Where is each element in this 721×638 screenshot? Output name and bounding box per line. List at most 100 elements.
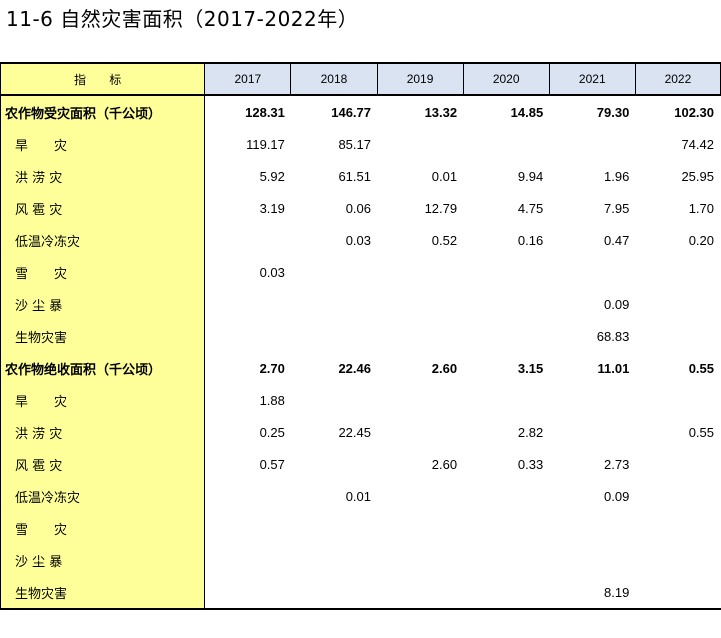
table-cell: [463, 320, 549, 352]
table-cell: 0.57: [259, 456, 285, 472]
table-cell: [205, 320, 291, 352]
table-cell: 0.09: [604, 488, 630, 504]
table-cell: [291, 544, 377, 576]
row-label: 旱 灾: [0, 128, 206, 160]
table-cell: 0.55: [635, 416, 721, 448]
table-cell: [377, 128, 463, 160]
table-cell: [377, 480, 463, 512]
table-row: 风 雹 灾 3.19 0.06 12.79 4.75 7.95 1.70: [0, 192, 721, 224]
table-cell: [635, 320, 721, 352]
table-row: 沙 尘 暴 0.09: [0, 288, 721, 320]
row-label: 旱 灾: [0, 384, 206, 416]
row-label: 低温冷冻灾: [0, 480, 206, 512]
header-year: 2018: [290, 62, 378, 96]
table-cell: 13.32: [377, 94, 464, 128]
table-cell: 0.16: [517, 232, 544, 248]
table-cell: 0.01: [345, 488, 371, 504]
table-cell: 0.01: [431, 168, 458, 184]
table-cell: [205, 224, 291, 256]
table-cell: 7.95: [604, 200, 630, 216]
table-cell: [463, 512, 549, 544]
table-cell: 119.17: [246, 136, 285, 152]
table-cell: [204, 576, 291, 610]
row-label: 沙 尘 暴: [0, 544, 206, 576]
table-cell: [549, 512, 635, 544]
table-cell: 0.03: [259, 264, 285, 280]
table-cell: [291, 448, 377, 480]
table-group-row: 农作物受灾面积（千公顷） 128.31 146.77 13.32 14.85 79.30 1…: [0, 94, 721, 128]
table-cell: [635, 576, 721, 610]
table-cell: 1.96: [604, 168, 630, 184]
header-row: 指 标 2017 2018 2019 2020 2021 2022: [0, 62, 721, 96]
table-cell: [205, 288, 291, 320]
table-group-row: 农作物绝收面积（千公顷） 2.70 22.46 2.60 3.15 11.01 0.55: [0, 352, 721, 384]
table-cell: 0.55: [635, 352, 721, 384]
table-cell: 1.70: [635, 192, 721, 224]
table-cell: [549, 256, 635, 288]
row-label: 雪 灾: [0, 256, 206, 288]
table-cell: [291, 384, 377, 416]
table-cell: [463, 480, 549, 512]
table-cell: 2.70: [259, 360, 285, 376]
table-cell: 0.47: [604, 232, 630, 248]
table-cell: 74.42: [635, 128, 721, 160]
table-cell: 2.73: [604, 456, 630, 472]
table-cell: 61.51: [338, 168, 371, 184]
table-row: 低温冷冻灾 0.01 0.09: [0, 480, 721, 512]
row-label: 低温冷冻灾: [0, 224, 206, 256]
header-year: 2020: [462, 62, 550, 96]
table-cell: [463, 576, 550, 610]
table-cell: [463, 256, 549, 288]
table-cell: 4.75: [517, 200, 544, 216]
table-cell: [549, 128, 635, 160]
table-cell: [635, 512, 721, 544]
table-row: 风 雹 灾 0.57 2.60 0.33 2.73: [0, 448, 721, 480]
table-cell: [635, 480, 721, 512]
table-row: 洪 涝 灾 0.25 22.45 2.82 0.55: [0, 416, 721, 448]
table-cell: [205, 512, 291, 544]
table-cell: 9.94: [517, 168, 544, 184]
row-label: 风 雹 灾: [0, 192, 206, 224]
table-row: 雪 灾 0.03: [0, 256, 721, 288]
table-cell: 0.33: [517, 456, 544, 472]
table-cell: 0.52: [431, 232, 458, 248]
table-cell: 0.03: [345, 232, 371, 248]
table-cell: 68.83: [596, 328, 630, 344]
table-cell: [377, 544, 463, 576]
table-cell: [463, 288, 549, 320]
table-cell: 22.46: [338, 360, 371, 376]
table-cell: 14.85: [463, 94, 550, 128]
header-year: 2019: [376, 62, 464, 96]
table-row: 洪 涝 灾 5.92 61.51 0.01 9.94 1.96 25.95: [0, 160, 721, 192]
table-cell: [377, 256, 463, 288]
table-row: 沙 尘 暴: [0, 544, 721, 576]
table-cell: 3.19: [259, 200, 285, 216]
table-row: 生物灾害 68.83: [0, 320, 721, 352]
group-label: 农作物受灾面积（千公顷）: [0, 94, 206, 128]
table-cell: [205, 480, 291, 512]
row-label: 沙 尘 暴: [0, 288, 206, 320]
table-cell: 0.20: [635, 224, 721, 256]
header-year: 2017: [204, 62, 292, 96]
table-cell: [290, 576, 377, 610]
table-cell: 11.01: [597, 360, 630, 376]
table-cell: 22.45: [338, 424, 371, 440]
table-cell: [205, 544, 291, 576]
table-cell: [635, 288, 721, 320]
table-body: 农作物受灾面积（千公顷） 128.31 146.77 13.32 14.85 79.30 1…: [0, 94, 721, 610]
disaster-area-table: 指 标 2017 2018 2019 2020 2021 2022 农作物受灾面…: [0, 62, 721, 610]
table-cell: [291, 288, 377, 320]
table-cell: 5.92: [259, 168, 285, 184]
table-cell: [377, 576, 464, 610]
table-cell: 85.17: [338, 136, 371, 152]
data-table-container: 指 标 2017 2018 2019 2020 2021 2022 农作物受灾面…: [0, 62, 721, 610]
table-cell: [549, 544, 635, 576]
table-cell: 2.60: [431, 456, 458, 472]
row-label: 生物灾害: [0, 576, 206, 610]
table-cell: [377, 512, 463, 544]
table-cell: [291, 512, 377, 544]
table-row: 雪 灾: [0, 512, 721, 544]
row-label: 风 雹 灾: [0, 448, 206, 480]
table-cell: 8.19: [549, 576, 636, 610]
table-cell: [635, 256, 721, 288]
